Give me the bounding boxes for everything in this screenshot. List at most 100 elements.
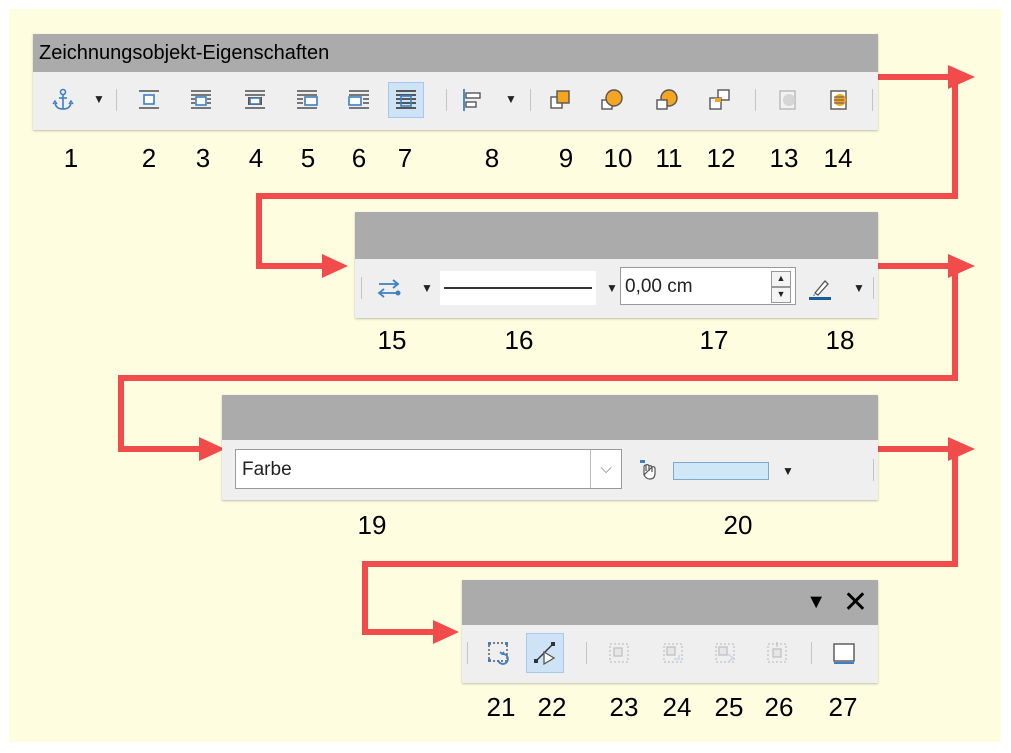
- rotate-button[interactable]: [481, 635, 517, 671]
- wrap-through-button[interactable]: [388, 82, 424, 118]
- group-button[interactable]: [601, 635, 637, 671]
- area-style-select[interactable]: Farbe ⌵: [235, 449, 622, 489]
- callout-23: 23: [609, 692, 639, 722]
- fill-color-dropdown-icon[interactable]: ▼: [782, 464, 794, 478]
- separator: [467, 642, 468, 664]
- callout-4: 4: [248, 143, 264, 173]
- align-objects-button[interactable]: [455, 82, 491, 118]
- arrow-style-dropdown-icon[interactable]: ▼: [421, 281, 433, 295]
- points-edit-icon: [534, 642, 556, 666]
- line-color-dropdown-icon[interactable]: ▼: [853, 281, 865, 295]
- fill-color-swatch[interactable]: [673, 462, 769, 480]
- separator: [446, 89, 447, 111]
- separator: [872, 89, 873, 111]
- callout-16: 16: [504, 325, 534, 355]
- wrap-left-icon: [297, 90, 318, 109]
- points-edit-button[interactable]: [526, 633, 564, 673]
- toolbar-title: [355, 212, 878, 259]
- wrap-left-button[interactable]: [289, 82, 325, 118]
- line-properties-toolbar: ▼ ▼ 0,00 cm ▲ ▼ ▼: [355, 212, 878, 318]
- align-dropdown-icon[interactable]: ▼: [505, 92, 517, 106]
- bring-to-front-icon: [550, 90, 570, 109]
- exit-group-icon: [715, 643, 735, 663]
- drawing-object-properties-toolbar: Zeichnungsobjekt-Eigenschaften ▼ ▼: [33, 34, 878, 130]
- send-backward-icon: [656, 89, 678, 110]
- line-color-button[interactable]: [802, 270, 838, 306]
- separator: [361, 277, 362, 299]
- callout-9: 9: [558, 143, 574, 173]
- wrap-page-icon: [191, 90, 211, 109]
- wrap-through-icon: [396, 90, 416, 109]
- callout-26: 26: [764, 692, 794, 722]
- callout-19: 19: [357, 510, 387, 540]
- line-width-value: 0,00 cm: [625, 276, 693, 297]
- callout-24: 24: [662, 692, 692, 722]
- callout-15: 15: [377, 325, 407, 355]
- line-style-select[interactable]: [440, 271, 596, 305]
- align-objects-icon: [463, 89, 481, 111]
- to-background-icon: [830, 90, 847, 110]
- spin-up-button[interactable]: ▲: [771, 271, 791, 287]
- anchor-button[interactable]: [45, 82, 81, 118]
- sidebar-icon: [833, 643, 855, 664]
- send-backward-button[interactable]: [649, 82, 685, 118]
- callout-5: 5: [300, 143, 316, 173]
- area-style-value: Farbe: [242, 459, 292, 480]
- callout-22: 22: [537, 692, 567, 722]
- to-foreground-icon: [779, 90, 796, 110]
- wrap-optimal-icon: [245, 90, 265, 109]
- separator: [116, 89, 117, 111]
- callout-8: 8: [484, 143, 500, 173]
- anchor-dropdown-icon[interactable]: ▼: [93, 92, 105, 106]
- separator: [755, 89, 756, 111]
- send-to-back-button[interactable]: [701, 82, 737, 118]
- separator: [530, 89, 531, 111]
- wrap-page-button[interactable]: [183, 82, 219, 118]
- line-style-dropdown-icon[interactable]: ▼: [606, 281, 618, 295]
- to-foreground-button[interactable]: [770, 82, 806, 118]
- callout-14: 14: [823, 143, 853, 173]
- wrap-off-button[interactable]: [131, 82, 167, 118]
- callout-6: 6: [351, 143, 367, 173]
- to-background-button[interactable]: [821, 82, 857, 118]
- ungroup-button[interactable]: [759, 635, 795, 671]
- canvas: Zeichnungsobjekt-Eigenschaften ▼ ▼ 1 2 3…: [0, 0, 1011, 753]
- separator: [873, 459, 874, 481]
- area-style-dropdown-button[interactable]: ⌵: [590, 450, 621, 488]
- callout-11: 11: [655, 143, 683, 173]
- callout-12: 12: [706, 143, 736, 173]
- toolbar-title: [222, 395, 878, 440]
- line-arrow-style-icon: [377, 279, 401, 298]
- exit-group-button[interactable]: [707, 635, 743, 671]
- callout-3: 3: [195, 143, 211, 173]
- group-icon: [609, 643, 629, 663]
- spin-down-button[interactable]: ▼: [771, 287, 791, 303]
- callout-13: 13: [769, 143, 799, 173]
- wrap-optimal-button[interactable]: [237, 82, 273, 118]
- line-width-field[interactable]: 0,00 cm ▲ ▼: [620, 267, 796, 305]
- callout-10: 10: [603, 143, 633, 173]
- wrap-right-icon: [348, 90, 369, 109]
- callout-25: 25: [714, 692, 744, 722]
- sidebar-toggle-button[interactable]: [826, 635, 862, 671]
- rotate-icon: [488, 642, 509, 665]
- enter-group-button[interactable]: [655, 635, 691, 671]
- separator: [811, 642, 812, 664]
- separator: [873, 277, 874, 299]
- bring-forward-button[interactable]: [594, 82, 630, 118]
- close-icon[interactable]: ✕: [843, 580, 868, 625]
- fill-color-icon: [640, 460, 656, 480]
- line-color-icon: [809, 280, 831, 300]
- toolbar-title: Zeichnungsobjekt-Eigenschaften: [33, 34, 878, 72]
- bring-to-front-button[interactable]: [542, 82, 578, 118]
- callout-1: 1: [63, 143, 79, 173]
- ungroup-icon: [767, 642, 787, 663]
- fill-color-picker-button[interactable]: [636, 452, 666, 488]
- transform-toolbar: ▼ ✕: [462, 580, 878, 683]
- wrap-right-button[interactable]: [341, 82, 377, 118]
- bring-forward-icon: [601, 89, 623, 110]
- enter-group-icon: [663, 643, 683, 663]
- arrow-style-button[interactable]: [371, 270, 407, 306]
- callout-27: 27: [828, 692, 858, 722]
- toolbar-menu-icon[interactable]: ▼: [806, 580, 826, 625]
